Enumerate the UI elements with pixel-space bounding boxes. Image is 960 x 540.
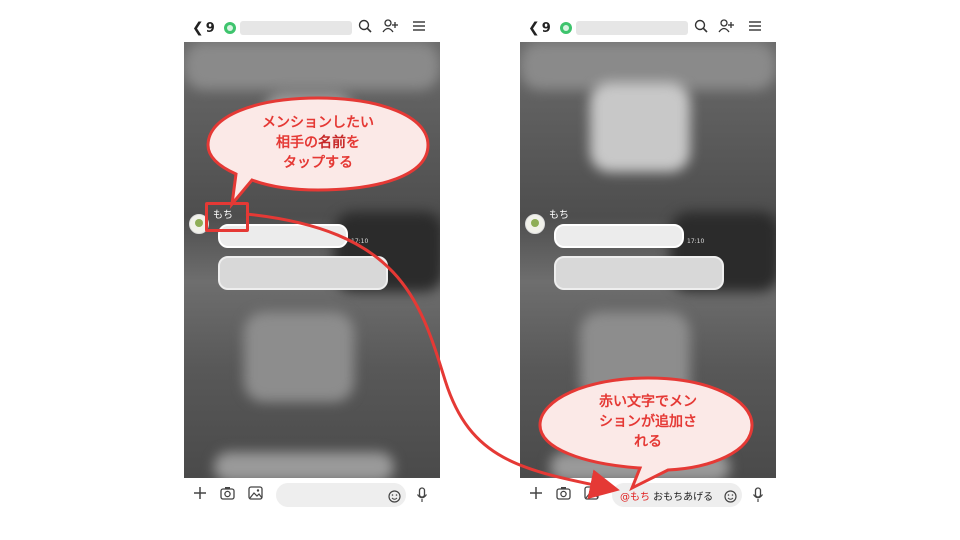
callout-left-line2-prefix: 相手の — [276, 135, 318, 151]
callout-right-line3: れる — [634, 434, 662, 450]
annotation-overlay — [206, 96, 754, 499]
callout-text-right: 赤い文字でメン ションが追加さ れる — [556, 392, 740, 452]
callout-right-line1: 赤い文字でメン — [599, 394, 697, 410]
callout-left-line1: メンションしたい — [262, 115, 374, 131]
callout-left-line2-bold: 名前 — [318, 135, 346, 151]
callout-right-line2: ションが追加さ — [599, 414, 697, 430]
callout-left-line2-suffix: を — [346, 135, 360, 151]
callout-text-left: メンションしたい 相手の名前を タップする — [226, 113, 410, 173]
callout-left-line3: タップする — [283, 155, 353, 171]
callout-left-line2: 相手の名前を — [226, 133, 410, 153]
